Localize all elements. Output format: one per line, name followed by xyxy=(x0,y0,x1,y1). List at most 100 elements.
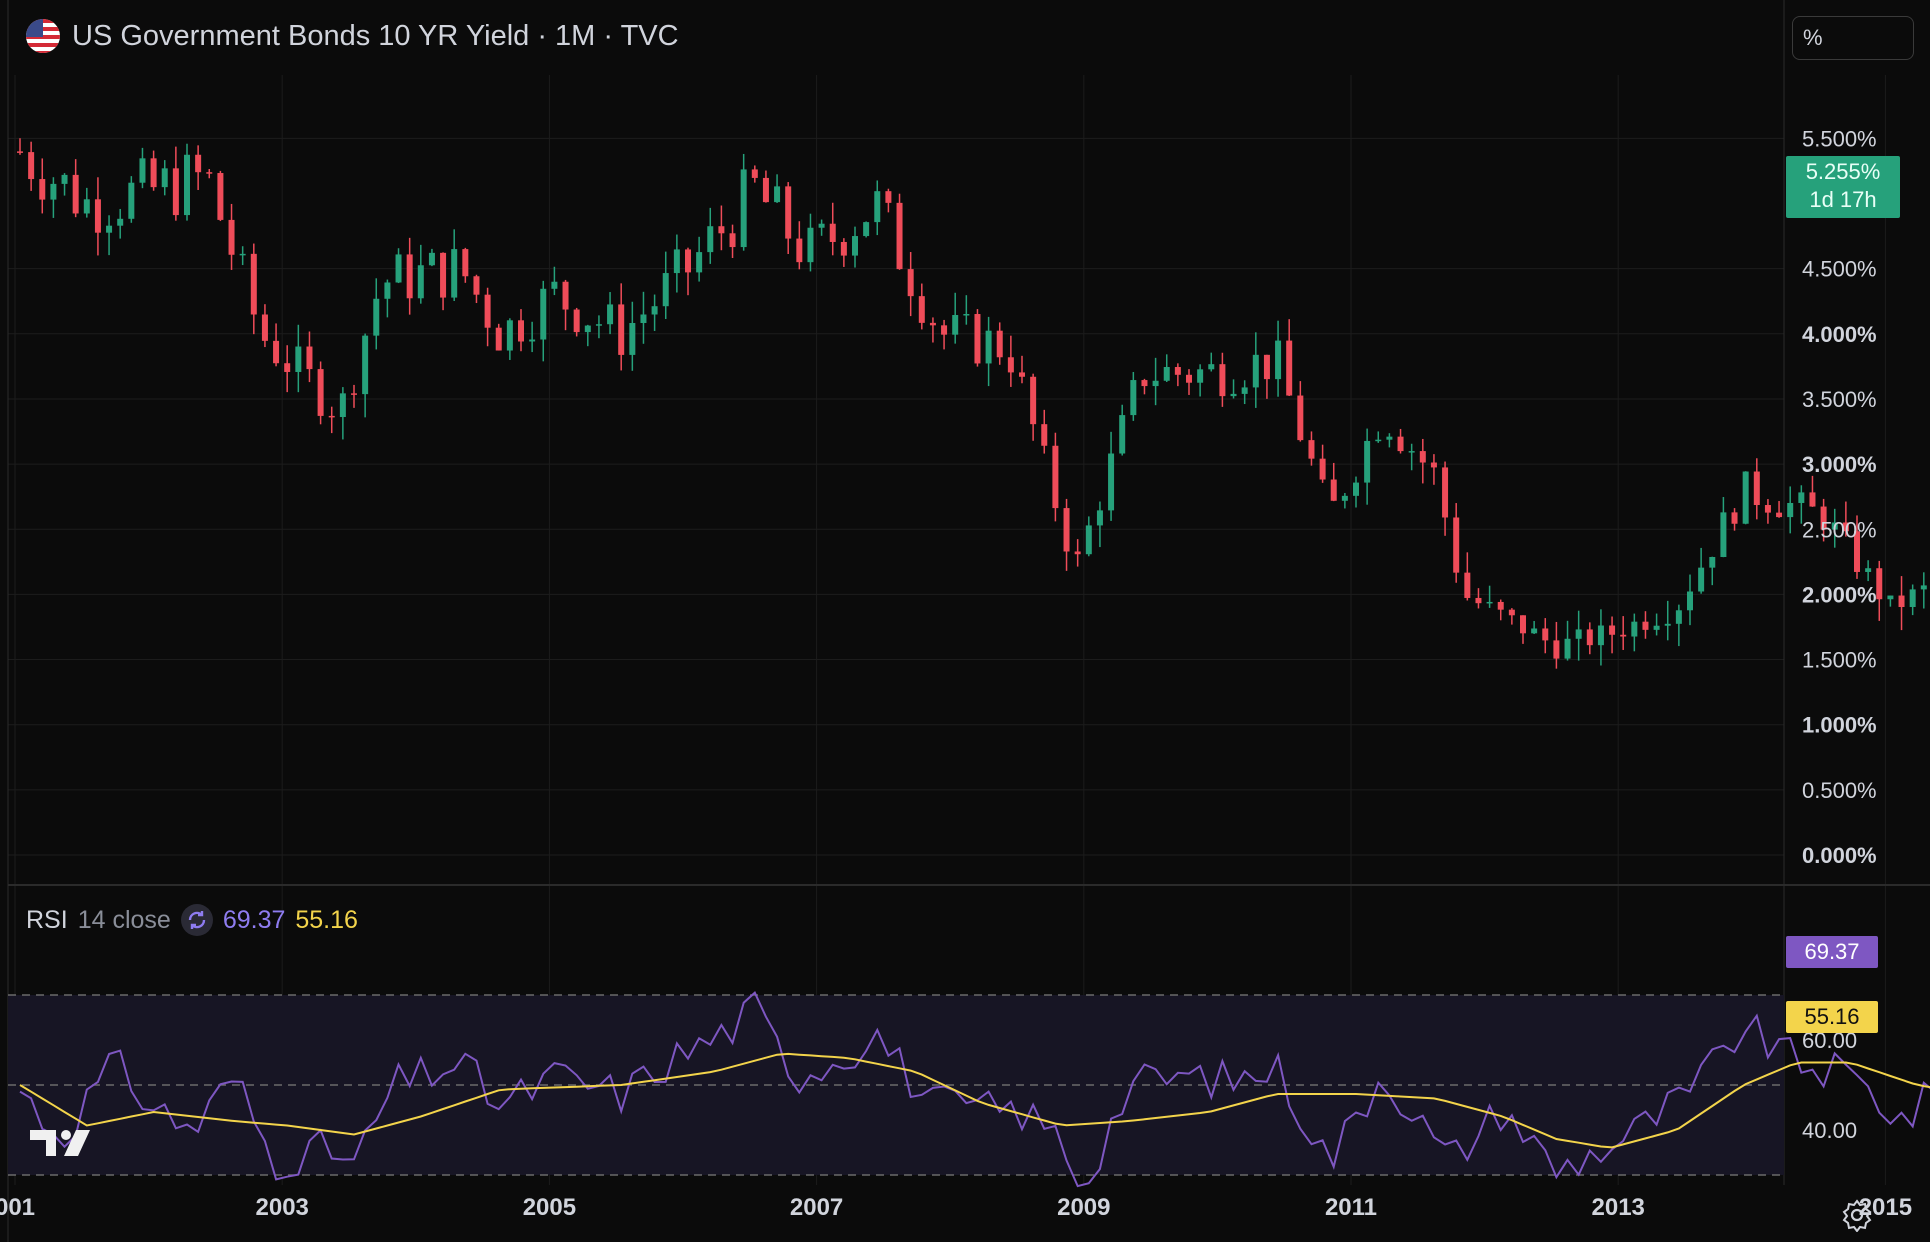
candle-down xyxy=(150,158,157,188)
candle-up xyxy=(1664,623,1671,626)
candle-down xyxy=(440,252,447,298)
candle-down xyxy=(1297,395,1304,441)
candle-down xyxy=(1041,424,1048,446)
tradingview-logo[interactable] xyxy=(30,1126,92,1165)
candle-down xyxy=(94,199,101,233)
candle-up xyxy=(117,218,124,226)
candle-up xyxy=(1742,471,1749,524)
candle-up xyxy=(1631,621,1638,637)
candle-down xyxy=(1776,512,1783,518)
candle-up xyxy=(852,236,858,256)
candle-up xyxy=(874,191,881,223)
y-tick-label: 1.500% xyxy=(1802,648,1877,673)
candle-up xyxy=(584,325,591,333)
candle-down xyxy=(462,249,469,277)
candle-up xyxy=(1920,585,1927,590)
candle-up xyxy=(428,252,435,266)
x-tick-label: 2009 xyxy=(1057,1194,1110,1221)
candle-up xyxy=(1085,525,1092,555)
x-tick-label: 001 xyxy=(0,1194,35,1221)
y-tick-label: 3.500% xyxy=(1802,387,1877,412)
y-tick-label: 2.500% xyxy=(1802,517,1877,542)
candle-down xyxy=(172,168,179,216)
candle-up xyxy=(128,182,135,219)
candle-down xyxy=(1430,462,1437,468)
candle-up xyxy=(506,320,513,351)
candle-down xyxy=(206,172,213,174)
candle-up xyxy=(184,154,190,216)
candle-down xyxy=(562,281,569,310)
candle-up xyxy=(551,281,558,289)
candle-down xyxy=(996,330,1003,358)
candle-down xyxy=(1809,492,1816,507)
candle-down xyxy=(484,294,491,328)
rsi-legend[interactable]: RSI 14 close 69.37 55.16 xyxy=(26,900,358,940)
candle-down xyxy=(328,415,335,418)
candle-down xyxy=(217,173,224,220)
candle-up xyxy=(1720,512,1727,558)
candle-down xyxy=(573,309,580,333)
candle-down xyxy=(918,296,925,323)
candle-up xyxy=(139,158,146,183)
candle-down xyxy=(1508,609,1515,616)
candle-down xyxy=(974,314,981,364)
candle-up xyxy=(1163,367,1170,381)
rsi-ma-legend-value: 55.16 xyxy=(295,905,358,934)
y-tick-label: 2.000% xyxy=(1802,582,1877,607)
x-tick-label: 2013 xyxy=(1592,1194,1645,1221)
candle-up xyxy=(640,314,647,324)
rsi-legend-label: RSI xyxy=(26,905,68,934)
y-tick-label: 3.000% xyxy=(1802,452,1877,477)
candle-down xyxy=(284,363,291,372)
x-tick-label: 2005 xyxy=(523,1194,576,1221)
candle-down xyxy=(1642,621,1649,630)
candle-up xyxy=(529,339,536,342)
candle-down xyxy=(1286,340,1293,396)
candle-up xyxy=(807,227,814,263)
x-tick-label: 2007 xyxy=(790,1194,843,1221)
candle-up xyxy=(1531,628,1538,634)
candle-up xyxy=(818,223,825,228)
candle-down xyxy=(907,269,914,297)
candle-up xyxy=(952,315,959,335)
candle-up xyxy=(1575,629,1582,639)
rsi-y-tick-label: 40.00 xyxy=(1802,1118,1857,1143)
candle-down xyxy=(1731,512,1738,524)
candle-up xyxy=(1108,453,1115,511)
candle-down xyxy=(1319,458,1326,480)
candle-down xyxy=(1397,436,1404,452)
rsi-ma-value-tag: 55.16 xyxy=(1786,1001,1878,1033)
candle-up xyxy=(106,225,113,233)
candle-up xyxy=(1096,510,1103,526)
candle-down xyxy=(1308,440,1315,459)
candle-up xyxy=(863,222,870,237)
candle-down xyxy=(751,169,758,178)
gear-icon[interactable] xyxy=(1840,1198,1874,1237)
candle-down xyxy=(250,253,257,315)
candle-down xyxy=(896,202,903,270)
chart-canvas[interactable]: 0012003200520072009201120132015201720192… xyxy=(0,0,1930,1242)
y-tick-label: 1.000% xyxy=(1802,713,1877,738)
candle-up xyxy=(239,253,246,256)
last-price-value: 5.255% xyxy=(1805,159,1881,184)
unit-selector[interactable]: % xyxy=(1792,16,1914,60)
candle-down xyxy=(1753,471,1760,506)
sync-icon[interactable] xyxy=(180,904,213,936)
candle-down xyxy=(473,276,480,295)
candle-up xyxy=(607,304,614,325)
y-tick-label: 0.000% xyxy=(1802,843,1877,868)
candle-up xyxy=(985,330,992,364)
candle-up xyxy=(740,169,747,248)
candle-down xyxy=(406,254,413,299)
candle-down xyxy=(1876,568,1883,600)
candle-down xyxy=(17,151,23,153)
candle-down xyxy=(941,325,948,335)
candle-down xyxy=(1419,451,1426,463)
candle-down xyxy=(1520,615,1526,634)
candle-down xyxy=(72,174,79,214)
candle-down xyxy=(228,219,235,255)
candle-up xyxy=(373,298,380,336)
candle-down xyxy=(1764,505,1771,513)
candle-down xyxy=(1475,597,1482,604)
candle-up xyxy=(1152,380,1159,387)
